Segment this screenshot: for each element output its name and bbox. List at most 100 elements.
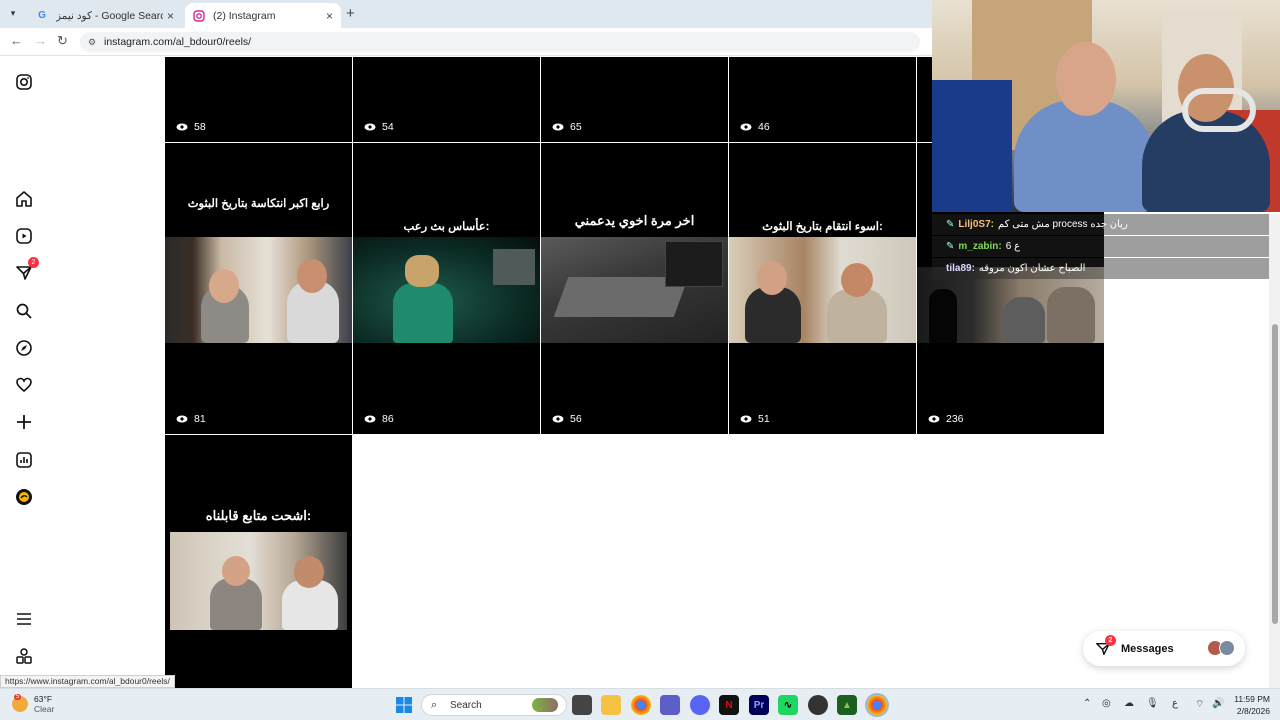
obs-icon[interactable] [808,695,828,715]
reel-caption: رابع اكبر انتكاسة بتاريخ البثوث [187,198,330,210]
file-explorer-icon[interactable] [601,695,621,715]
clock-time: 11:59 PM [1234,694,1270,704]
view-count-value: 65 [570,121,582,133]
back-icon[interactable]: ← [10,33,23,48]
chat-message: tila89: الصباح عشان اكون مروقه [932,258,1280,279]
chat-username: m_zabin: [958,241,1002,252]
url-field[interactable]: ⚙ instagram.com/al_bdour0/reels/ [80,32,920,52]
close-tab-icon[interactable]: × [326,9,333,23]
taskbar-search[interactable]: ⌕ Search [421,694,567,716]
view-count-value: 51 [758,413,770,425]
weather-sun-icon: 5 [12,694,28,712]
language-indicator[interactable]: ع [1172,698,1178,709]
more-menu-icon[interactable] [14,609,34,629]
avatar [1219,640,1235,656]
task-view-icon[interactable] [572,695,592,715]
reel-tile[interactable]: 58 [165,57,352,142]
close-tab-icon[interactable]: × [167,9,174,23]
tab-title: (2) Instagram [213,9,276,22]
app-icon[interactable]: ▲ [837,695,857,715]
page-scrollbar[interactable] [1269,214,1280,688]
view-count-value: 54 [382,121,394,133]
notification-badge: 2 [28,257,39,268]
view-count: 65 [552,121,582,133]
instagram-logo-icon[interactable] [14,72,34,92]
new-tab-icon[interactable]: + [346,5,355,22]
discord-icon[interactable] [690,695,710,715]
webcam-overlay [932,0,1280,212]
view-count-value: 46 [758,121,770,133]
heart-icon[interactable] [14,375,34,395]
address-toolbar: ← → ↻ ⚙ instagram.com/al_bdour0/reels/ [0,28,932,56]
instagram-icon [193,9,205,22]
chat-message: ✎ m_zabin: 6 ع [932,236,1280,257]
chrome-active-icon[interactable] [867,695,887,715]
eye-icon [364,415,376,423]
eye-icon [928,415,940,423]
dashboard-icon[interactable] [14,450,34,470]
weather-temp: 63°F [34,694,53,704]
status-url: https://www.instagram.com/al_bdour0/reel… [0,675,175,688]
teams-icon[interactable] [660,695,680,715]
system-clock[interactable]: 11:59 PM 2/8/2026 [1226,693,1270,717]
view-count-value: 236 [946,413,964,425]
netflix-icon[interactable]: N [719,695,739,715]
chrome-icon[interactable] [631,695,651,715]
eye-icon [364,123,376,131]
reel-tile[interactable]: اشحت متابع قابلناه: [165,435,352,688]
reel-tile[interactable]: اخر مرة اخوي يدعمني 56 [541,143,728,434]
reel-tile[interactable]: عأساس بث رعب: 86 [353,143,540,434]
home-icon[interactable] [14,189,34,209]
messages-icon[interactable]: 2 [14,257,39,283]
reel-tile[interactable]: 46 [729,57,916,142]
reel-tile[interactable]: اسوء انتقام بتاريخ البثوث: 51 [729,143,916,434]
also-from-meta-icon[interactable] [14,646,34,666]
premiere-icon[interactable]: Pr [749,695,769,715]
messages-button[interactable]: 2 Messages [1083,631,1245,666]
forward-icon[interactable]: → [34,33,47,48]
reel-thumbnail [729,237,916,343]
microphone-icon[interactable]: 🎙 [1146,698,1159,709]
weather-widget[interactable]: 5 63°F Clear [12,694,54,714]
reel-thumbnail [165,237,352,343]
reel-thumbnail [170,532,347,630]
view-count: 236 [928,413,964,425]
show-hidden-icons[interactable]: ⌃ [1083,698,1091,709]
wifi-icon[interactable]: ⌔ [1195,698,1204,711]
reload-icon[interactable]: ↻ [57,33,68,49]
view-count-value: 86 [382,413,394,425]
search-icon[interactable] [14,301,34,321]
reel-caption: اخر مرة اخوي يدعمني [574,213,695,228]
create-plus-icon[interactable] [14,412,34,432]
tray-app-icon[interactable]: ◎ [1102,698,1111,709]
reel-tile[interactable]: 54 [353,57,540,142]
eye-icon [552,415,564,423]
weather-desc: Clear [34,704,55,714]
pin-icon: ✎ [946,241,955,252]
reel-tile[interactable]: 65 [541,57,728,142]
reel-tile[interactable]: رابع اكبر انتكاسة بتاريخ البثوث 81 [165,143,352,434]
profile-avatar-icon[interactable] [14,487,34,507]
reels-icon[interactable] [14,226,34,246]
site-info-icon[interactable]: ⚙ [88,37,96,48]
eye-icon [740,415,752,423]
view-count: 54 [364,121,394,133]
explore-icon[interactable] [14,338,34,358]
tab-search-menu-icon[interactable]: ▾ [6,6,20,20]
tab-instagram[interactable]: (2) Instagram × [185,3,341,28]
tab-google-search[interactable]: G كود نيمز - Google Search × [28,3,182,28]
windows-taskbar: 5 63°F Clear ⌕ Search N Pr ∿ ▲ ⌃ ◎ ☁ 🎙 ع… [0,688,1280,720]
reel-caption: اسوء انتقام بتاريخ البثوث: [762,221,883,233]
windows-start-icon[interactable] [394,695,414,715]
search-icon: ⌕ [431,699,438,711]
eye-icon [176,415,188,423]
scrollbar-thumb[interactable] [1272,324,1278,624]
tray-network-icon[interactable]: ☁ [1124,698,1134,709]
messages-badge: 2 [1105,634,1116,646]
razer-icon[interactable]: ∿ [778,695,798,715]
chat-username: Lilj0S7: [958,219,994,230]
view-count-value: 58 [194,121,206,133]
view-count: 56 [552,413,582,425]
tab-title: كود نيمز - Google Search [56,9,163,22]
volume-icon[interactable]: 🔊 [1212,698,1224,709]
